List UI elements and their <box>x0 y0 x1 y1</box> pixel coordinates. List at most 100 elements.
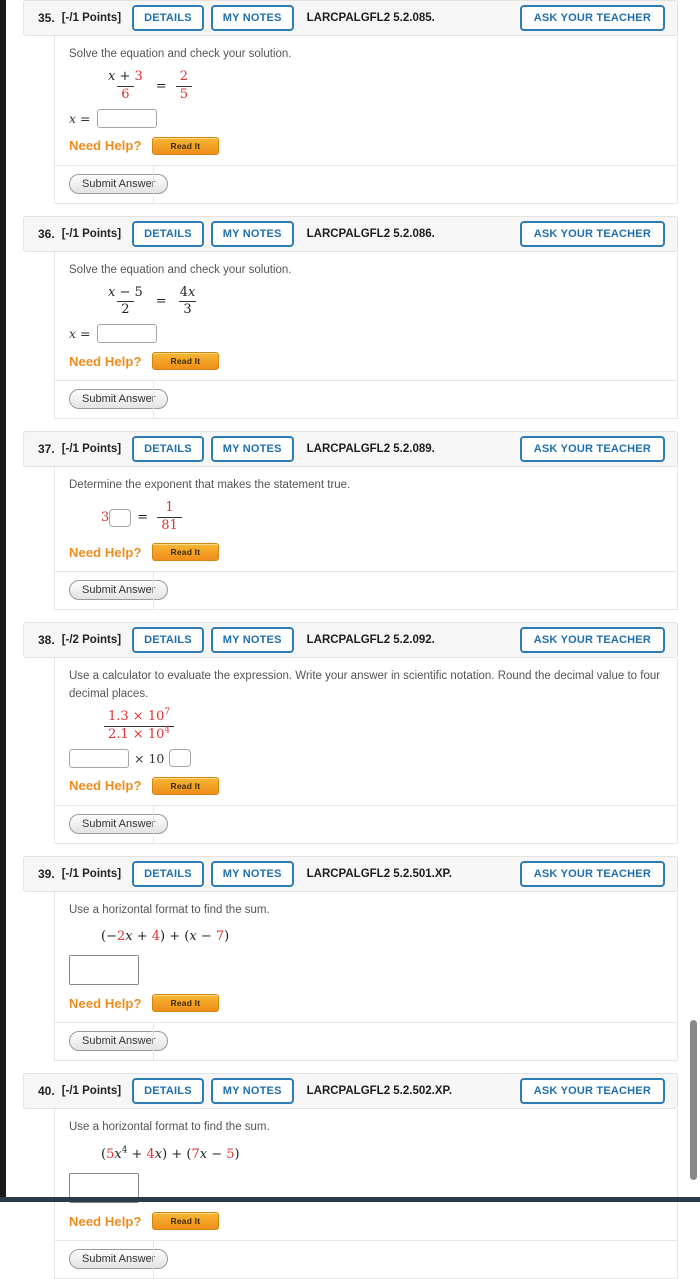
answer-row <box>69 955 677 986</box>
problem-number: 36. <box>38 226 55 241</box>
problem-body: Solve the equation and check your soluti… <box>54 251 678 382</box>
x-equals-label: x = <box>69 110 91 126</box>
answer-row: x = <box>69 108 677 128</box>
equals-sign: = <box>155 78 167 94</box>
polynomial-expression: (−2x + 4) + (x − 7) <box>101 928 230 944</box>
read-it-button[interactable]: Read It <box>151 543 220 562</box>
need-help-label: Need Help? <box>69 1213 142 1229</box>
submit-divider <box>153 572 154 610</box>
details-button[interactable]: DETAILS <box>132 4 204 32</box>
submit-divider <box>153 805 154 843</box>
ask-your-teacher-button[interactable]: ASK YOUR TEACHER <box>519 436 665 463</box>
times-ten-label: × 10 <box>134 750 165 766</box>
question-text: Solve the equation and check your soluti… <box>69 48 292 60</box>
details-button[interactable]: DETAILS <box>132 860 204 887</box>
read-it-button[interactable]: Read It <box>151 136 220 155</box>
submit-answer-row: Submit Answer <box>54 381 678 420</box>
problem-code: LARCPALGFL2 5.2.092. <box>306 634 435 647</box>
problem-points: [-/2 Points] <box>61 634 122 647</box>
x-equals-label: x = <box>69 326 91 342</box>
x-answer-input[interactable] <box>96 108 157 128</box>
read-it-button[interactable]: Read It <box>151 994 220 1013</box>
ask-your-teacher-button[interactable]: ASK YOUR TEACHER <box>519 1078 665 1105</box>
details-button[interactable]: DETAILS <box>132 1078 204 1105</box>
problem-number: 40. <box>38 1084 55 1099</box>
problem-header: 39. [-/1 Points] DETAILS MY NOTES LARCPALGFL… <box>23 855 678 892</box>
x-answer-input[interactable] <box>96 324 157 344</box>
left-fraction-numerator: x − 5 <box>108 284 143 300</box>
problem-number: 37. <box>38 442 55 457</box>
need-help-row: Need Help? Read It <box>69 543 677 562</box>
ask-your-teacher-button[interactable]: ASK YOUR TEACHER <box>519 220 665 247</box>
problem-points: [-/1 Points] <box>61 227 122 240</box>
answer-row: × 10 <box>69 748 677 768</box>
problem-header: 37. [-/1 Points] DETAILS MY NOTES LARCPALGFL… <box>23 431 678 468</box>
problem-number: 39. <box>38 866 55 881</box>
polynomial-answer-input[interactable] <box>69 955 139 986</box>
exponent-answer-input[interactable] <box>109 508 132 527</box>
left-fraction: x + 36 <box>104 68 147 103</box>
right-fraction-numerator: 4x <box>179 284 196 300</box>
submit-answer-row: Submit Answer <box>54 1241 678 1279</box>
problem-gap <box>6 610 686 622</box>
submit-answer-row: Submit Answer <box>54 165 678 204</box>
problem-code: LARCPALGFL2 5.2.086. <box>306 227 435 240</box>
problem-37: 37. [-/1 Points] DETAILS MY NOTES LARCPALGFL… <box>6 431 686 611</box>
ask-your-teacher-button[interactable]: ASK YOUR TEACHER <box>519 5 665 31</box>
my-notes-button[interactable]: MY NOTES <box>210 4 294 32</box>
problem-body: Solve the equation and check your soluti… <box>54 36 678 166</box>
need-help-label: Need Help? <box>69 778 142 794</box>
problem-body: Use a horizontal format to find the sum.… <box>54 891 678 1024</box>
question-text: Use a calculator to evaluate the express… <box>69 670 661 700</box>
read-it-button[interactable]: Read It <box>151 1212 220 1231</box>
problem-gap <box>6 844 686 856</box>
my-notes-button[interactable]: MY NOTES <box>210 860 294 887</box>
submit-divider <box>153 1023 154 1061</box>
left-fraction-numerator: x + 3 <box>108 68 143 84</box>
details-button[interactable]: DETAILS <box>132 436 204 463</box>
problem-body: Use a horizontal format to find the sum.… <box>54 1109 678 1242</box>
math-expression: (−2x + 4) + (x − 7) <box>69 925 677 947</box>
left-fraction-denominator: 6 <box>117 85 134 103</box>
problem-body: Determine the exponent that makes the st… <box>54 467 678 573</box>
need-help-row: Need Help? Read It <box>69 994 677 1013</box>
details-button[interactable]: DETAILS <box>132 220 204 247</box>
submit-divider <box>153 1241 154 1279</box>
left-fraction: x − 52 <box>104 284 147 319</box>
exponent-answer-input[interactable] <box>169 749 192 768</box>
question-text: Solve the equation and check your soluti… <box>69 263 292 276</box>
left-fraction-denominator: 2 <box>117 301 134 318</box>
details-button[interactable]: DETAILS <box>132 627 204 654</box>
problem-39: 39. [-/1 Points] DETAILS MY NOTES LARCPALGFL… <box>6 855 686 1062</box>
right-fraction-denominator: 5 <box>175 85 192 103</box>
problem-code: LARCPALGFL2 5.2.085. <box>306 12 435 24</box>
problem-points: [-/1 Points] <box>61 12 122 24</box>
vertical-scrollbar-track[interactable] <box>686 0 700 1202</box>
problem-header: 36. [-/1 Points] DETAILS MY NOTES LARCPALGFL… <box>23 215 678 252</box>
read-it-button[interactable]: Read It <box>151 352 220 371</box>
need-help-label: Need Help? <box>69 138 142 154</box>
problem-35: 35. [-/1 Points] DETAILS MY NOTES LARCPALGFL… <box>6 0 686 204</box>
my-notes-button[interactable]: MY NOTES <box>210 627 294 654</box>
submit-divider <box>153 165 154 203</box>
read-it-button[interactable]: Read It <box>151 776 220 795</box>
problem-header: 38. [-/2 Points] DETAILS MY NOTES LARCPALGFL… <box>23 622 678 659</box>
assignment-problem-list: 35. [-/1 Points] DETAILS MY NOTES LARCPALGFL… <box>6 0 686 1279</box>
my-notes-button[interactable]: MY NOTES <box>210 1078 294 1105</box>
right-fraction-denominator: 81 <box>157 517 182 534</box>
math-expression: x − 5 2 = 4x 3 <box>69 284 677 319</box>
right-fraction: 4x 3 <box>176 284 200 319</box>
my-notes-button[interactable]: MY NOTES <box>210 220 294 247</box>
ask-your-teacher-button[interactable]: ASK YOUR TEACHER <box>519 860 665 887</box>
math-expression: 3 = 1 81 <box>69 500 677 534</box>
mantissa-answer-input[interactable] <box>69 748 129 768</box>
right-fraction: 25 <box>175 69 192 103</box>
equals-sign: = <box>137 510 149 526</box>
my-notes-button[interactable]: MY NOTES <box>210 436 294 463</box>
problem-body: Use a calculator to evaluate the express… <box>54 658 678 806</box>
problem-gap <box>6 204 686 216</box>
vertical-scrollbar-thumb[interactable] <box>690 1020 697 1180</box>
problem-number: 35. <box>38 11 55 25</box>
ask-your-teacher-button[interactable]: ASK YOUR TEACHER <box>519 627 665 654</box>
exponent-slot <box>109 508 132 527</box>
